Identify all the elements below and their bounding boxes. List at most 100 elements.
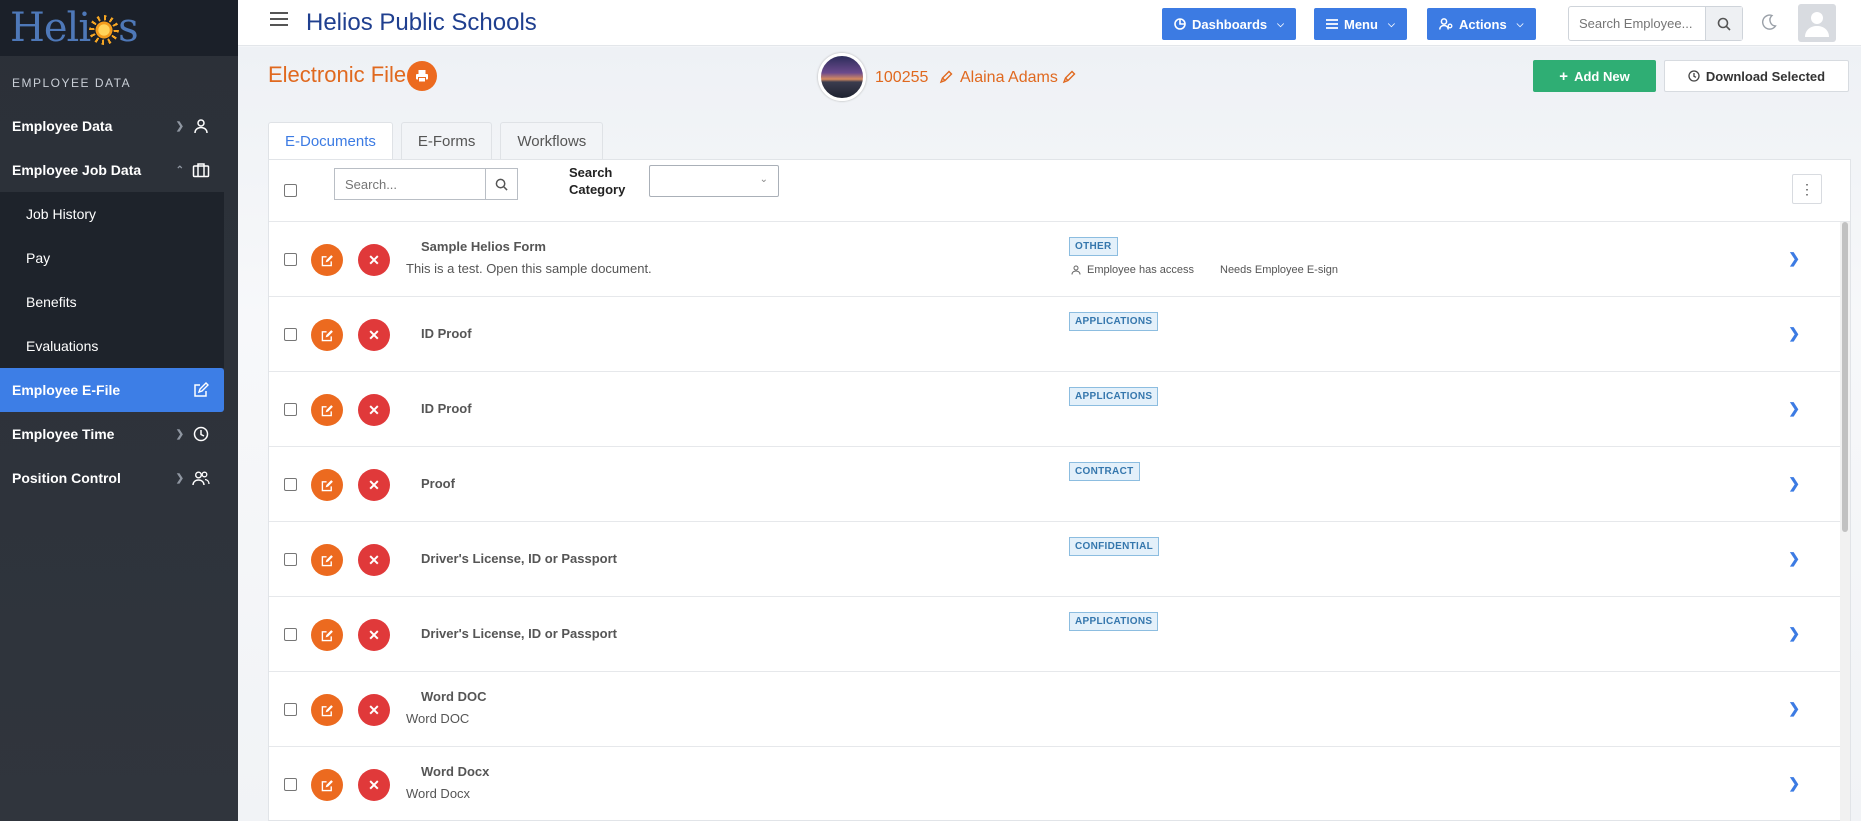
user-avatar[interactable]: [1798, 4, 1836, 42]
download-selected-button[interactable]: Download Selected: [1664, 60, 1849, 92]
sidebar-item-employee-job-data[interactable]: Employee Job Data ⌃: [0, 148, 224, 192]
delete-button[interactable]: ✕: [358, 544, 390, 576]
sidebar-item-employee-time[interactable]: Employee Time ❯: [0, 412, 224, 456]
row-checkbox[interactable]: [284, 628, 297, 641]
document-search-button[interactable]: [485, 169, 517, 199]
select-all-checkbox[interactable]: [284, 184, 297, 197]
document-title[interactable]: Driver's License, ID or Passport: [421, 551, 617, 566]
row-checkbox[interactable]: [284, 328, 297, 341]
delete-button[interactable]: ✕: [358, 619, 390, 651]
delete-button[interactable]: ✕: [358, 769, 390, 801]
chevron-down-icon: ⌄: [759, 174, 768, 185]
close-icon: ✕: [368, 776, 380, 793]
document-row[interactable]: ✕ ID Proof APPLICATIONS ❯: [269, 297, 1840, 372]
document-search-input[interactable]: [335, 169, 485, 199]
chevron-down-icon: ⌵: [1516, 18, 1524, 29]
document-title[interactable]: ID Proof: [421, 326, 472, 341]
pen-icon[interactable]: [938, 69, 954, 85]
sidebar-item-employee-e-file[interactable]: Employee E-File: [0, 368, 224, 412]
edit-icon: [321, 554, 334, 567]
sidebar-item-benefits[interactable]: Benefits: [0, 280, 224, 324]
scrollbar-thumb[interactable]: [1842, 222, 1848, 532]
add-new-button[interactable]: + Add New: [1533, 60, 1656, 92]
sidebar-item-job-history[interactable]: Job History: [0, 192, 224, 236]
delete-button[interactable]: ✕: [358, 469, 390, 501]
add-new-label: Add New: [1574, 68, 1630, 84]
sidebar-item-evaluations[interactable]: Evaluations: [0, 324, 224, 368]
hamburger-menu-icon[interactable]: [270, 12, 288, 26]
edit-button[interactable]: [311, 469, 343, 501]
document-title[interactable]: Sample Helios Form: [421, 239, 546, 254]
dashboards-button[interactable]: Dashboards ⌵: [1162, 8, 1296, 40]
edit-icon: [321, 704, 334, 717]
print-icon: [416, 70, 428, 83]
document-title[interactable]: Driver's License, ID or Passport: [421, 626, 617, 641]
edit-button[interactable]: [311, 694, 343, 726]
sidebar-item-position-control[interactable]: Position Control ❯: [0, 456, 224, 500]
document-title[interactable]: Word Docx: [421, 764, 489, 779]
document-row[interactable]: ✕ ID Proof APPLICATIONS ❯: [269, 372, 1840, 447]
edit-button[interactable]: [311, 394, 343, 426]
moon-icon[interactable]: [1760, 13, 1778, 31]
actions-button[interactable]: Actions ⌵: [1427, 8, 1536, 40]
sidebar-item-pay[interactable]: Pay: [0, 236, 224, 280]
more-options-button[interactable]: ⋮: [1792, 174, 1822, 204]
pen-icon[interactable]: [1061, 69, 1077, 85]
sidebar-item-employee-data[interactable]: Employee Data ❯: [0, 104, 224, 148]
sidebar-heading: EMPLOYEE DATA: [12, 76, 132, 90]
scrollbar[interactable]: [1840, 222, 1850, 821]
row-checkbox[interactable]: [284, 478, 297, 491]
document-row[interactable]: ✕ Driver's License, ID or Passport CONFIDE…: [269, 522, 1840, 597]
chevron-right-icon[interactable]: ❯: [1788, 475, 1800, 492]
document-title[interactable]: Proof: [421, 476, 455, 491]
category-badge: OTHER: [1069, 237, 1118, 256]
document-row[interactable]: ✕ Driver's License, ID or Passport APPLICA…: [269, 597, 1840, 672]
row-checkbox[interactable]: [284, 403, 297, 416]
chevron-right-icon[interactable]: ❯: [1788, 250, 1800, 267]
employee-search: [1568, 6, 1743, 41]
helios-logo[interactable]: Heli s: [0, 0, 238, 56]
person-icon: [1071, 265, 1081, 275]
document-title[interactable]: ID Proof: [421, 401, 472, 416]
document-row[interactable]: ✕ Word DOC Word DOC ❯: [269, 672, 1840, 747]
chevron-down-icon: ❯: [175, 472, 184, 484]
edit-button[interactable]: [311, 769, 343, 801]
print-button[interactable]: [407, 61, 437, 91]
menu-button[interactable]: Menu ⌵: [1314, 8, 1407, 40]
tab-e-forms[interactable]: E-Forms: [400, 122, 493, 159]
edit-button[interactable]: [311, 244, 343, 276]
employee-search-button[interactable]: [1705, 7, 1742, 40]
row-checkbox[interactable]: [284, 553, 297, 566]
row-checkbox[interactable]: [284, 253, 297, 266]
tab-e-documents[interactable]: E-Documents: [268, 122, 393, 159]
row-checkbox[interactable]: [284, 703, 297, 716]
search-category-select[interactable]: ⌄: [649, 165, 779, 197]
edit-button[interactable]: [311, 619, 343, 651]
chevron-down-icon: ❯: [175, 120, 184, 132]
chevron-right-icon[interactable]: ❯: [1788, 625, 1800, 642]
edit-icon: [321, 404, 334, 417]
delete-button[interactable]: ✕: [358, 319, 390, 351]
close-icon: ✕: [368, 326, 380, 343]
chevron-right-icon[interactable]: ❯: [1788, 700, 1800, 717]
delete-button[interactable]: ✕: [358, 394, 390, 426]
category-badge: CONFIDENTIAL: [1069, 537, 1160, 556]
document-row[interactable]: ✕ Sample Helios Form This is a test. Open …: [269, 222, 1840, 297]
employee-search-input[interactable]: [1569, 7, 1705, 40]
edit-button[interactable]: [311, 544, 343, 576]
chevron-right-icon[interactable]: ❯: [1788, 550, 1800, 567]
edit-icon: [321, 629, 334, 642]
chevron-right-icon[interactable]: ❯: [1788, 775, 1800, 792]
delete-button[interactable]: ✕: [358, 694, 390, 726]
tab-workflows[interactable]: Workflows: [500, 122, 604, 159]
document-row[interactable]: ✕ Proof CONTRACT ❯: [269, 447, 1840, 522]
document-title[interactable]: Word DOC: [421, 689, 486, 704]
delete-button[interactable]: ✕: [358, 244, 390, 276]
chevron-right-icon[interactable]: ❯: [1788, 325, 1800, 342]
document-row[interactable]: ✕ Word Docx Word Docx ❯: [269, 747, 1840, 821]
row-checkbox[interactable]: [284, 778, 297, 791]
chevron-right-icon[interactable]: ❯: [1788, 400, 1800, 417]
edit-button[interactable]: [311, 319, 343, 351]
filter-bar: Search Category ⌄ ⋮: [269, 160, 1850, 222]
employee-id: 100255: [875, 69, 929, 86]
